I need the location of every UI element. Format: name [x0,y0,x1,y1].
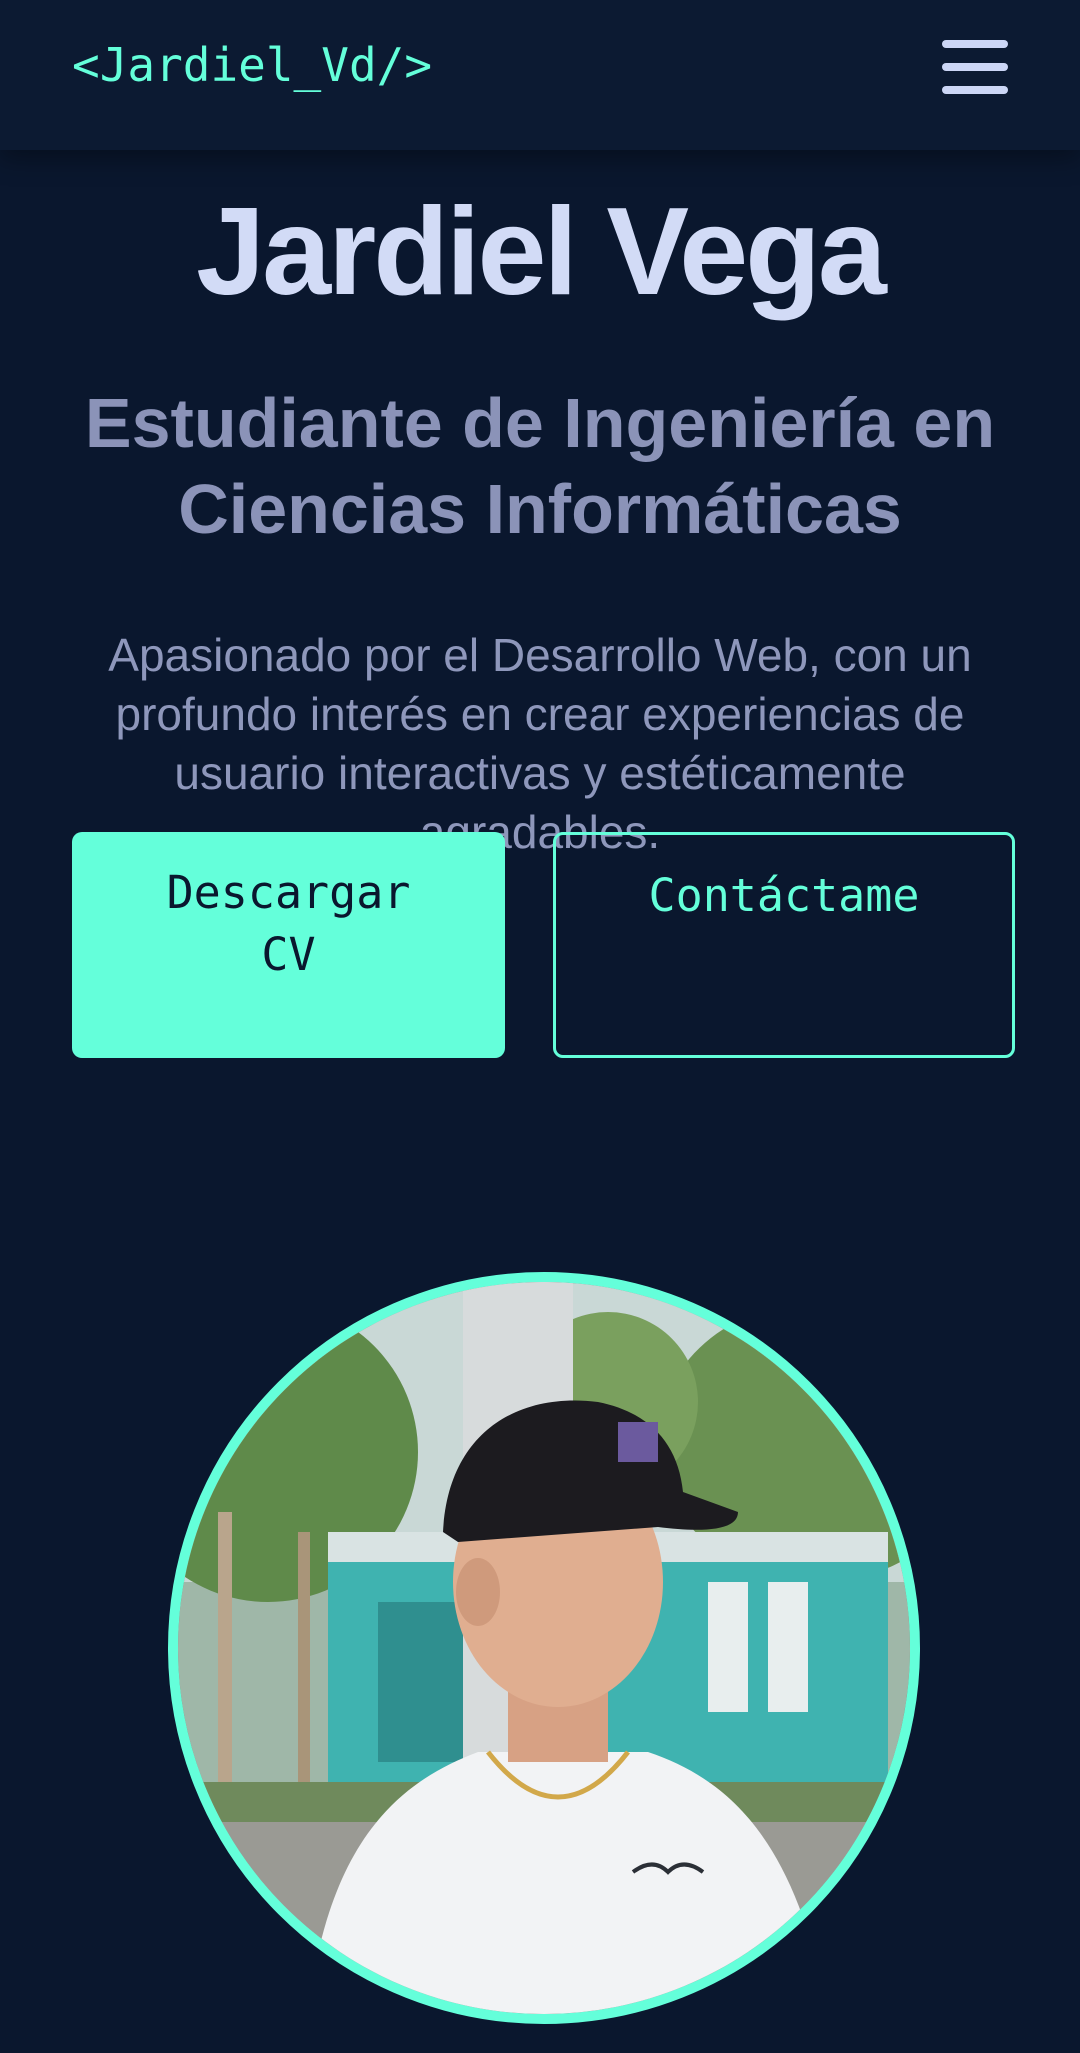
download-cv-button[interactable]: Descargar CV [72,832,505,1058]
hero-name: Jardiel Vega [196,183,887,321]
profile-photo-illustration [178,1282,910,2014]
menu-bar-top [942,40,1008,48]
hero-subtitle: Estudiante de Ingeniería en Ciencias Inf… [84,384,996,548]
menu-bar-middle [942,63,1008,71]
contact-label: Contáctame [648,869,920,922]
hero-description: Apasionado por el Desarrollo Web, con un… [108,629,972,858]
site-logo[interactable]: <Jardiel_Vd/> [72,38,432,92]
contact-button[interactable]: Contáctame [553,832,1015,1058]
profile-photo [168,1272,920,2024]
navbar: <Jardiel_Vd/> [0,0,1080,150]
menu-bar-bottom [942,86,1008,94]
download-cv-label: Descargar CV [166,866,411,981]
hamburger-menu-icon[interactable] [942,36,1008,98]
